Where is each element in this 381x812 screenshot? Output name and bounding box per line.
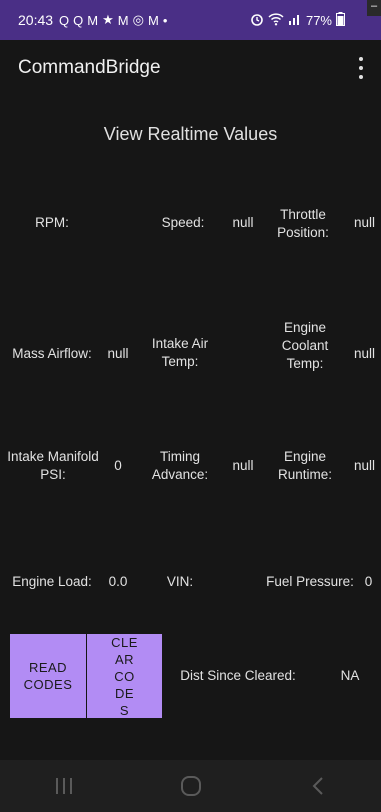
coolant-temp-label: Engine Coolant Temp: xyxy=(281,320,329,371)
mail-icon: M xyxy=(147,12,159,28)
app-title: CommandBridge xyxy=(18,57,161,78)
timing-advance-value: null xyxy=(232,458,254,473)
fuel-pressure-value: 0 xyxy=(364,574,373,589)
back-icon[interactable] xyxy=(298,771,338,801)
runtime-label: Engine Runtime: xyxy=(277,449,333,482)
throttle-value: null xyxy=(354,215,376,230)
engine-load-value: 0.0 xyxy=(108,574,128,589)
notification-icon: ◎ xyxy=(132,12,144,27)
rpm-value xyxy=(98,205,142,241)
runtime-value: null xyxy=(354,458,376,473)
mass-airflow-value: null xyxy=(107,346,129,361)
manifold-psi-label: Intake Manifold PSI: xyxy=(7,449,99,482)
mail-icon: M xyxy=(87,12,99,28)
page-title: View Realtime Values xyxy=(103,124,278,144)
home-icon[interactable] xyxy=(171,771,211,801)
status-time: 20:43 xyxy=(18,12,54,28)
app-bar: CommandBridge xyxy=(0,40,381,96)
notification-icons: Q Q M ★ M ◎ M • xyxy=(59,12,167,28)
notification-icon: Q xyxy=(73,12,84,28)
status-right: 77% xyxy=(250,11,345,29)
intake-air-temp-label: Intake Air Temp: xyxy=(151,336,209,369)
dist-since-cleared-value: NA xyxy=(340,668,360,683)
dist-since-cleared-label: Dist Since Cleared: xyxy=(180,668,296,683)
manifold-psi-value: 0 xyxy=(114,458,122,473)
status-bar: 20:43 Q Q M ★ M ◎ M • 77% xyxy=(0,0,381,40)
overflow-menu-icon[interactable] xyxy=(355,57,367,79)
throttle-label: Throttle Position: xyxy=(277,207,329,240)
notification-icon: Q xyxy=(59,12,70,28)
notification-icon: ★ xyxy=(102,12,114,27)
rpm-label: RPM: xyxy=(35,215,69,230)
mail-icon: M xyxy=(117,12,129,28)
system-nav-bar xyxy=(0,760,381,812)
wifi-icon xyxy=(268,12,284,29)
alarm-icon xyxy=(250,12,264,29)
vin-label: VIN: xyxy=(166,574,194,589)
signal-icon xyxy=(288,13,302,28)
recent-apps-icon[interactable] xyxy=(44,771,84,801)
mass-airflow-label: Mass Airflow: xyxy=(12,346,92,361)
more-notifications-icon: • xyxy=(162,12,168,28)
coolant-temp-value: null xyxy=(354,346,376,361)
battery-icon xyxy=(336,11,345,29)
read-codes-button[interactable]: READ CODES xyxy=(10,634,86,718)
minimize-icon[interactable]: – xyxy=(367,0,381,16)
timing-advance-label: Timing Advance: xyxy=(151,449,209,482)
speed-value: null xyxy=(232,215,254,230)
speed-label: Speed: xyxy=(161,215,205,230)
vin-value xyxy=(222,564,264,600)
intake-air-temp-value xyxy=(222,336,264,372)
battery-level: 77% xyxy=(305,12,332,28)
fuel-pressure-label: Fuel Pressure: xyxy=(266,574,354,589)
clear-codes-button[interactable]: CLEAR CODES xyxy=(87,634,162,718)
engine-load-label: Engine Load: xyxy=(12,574,92,589)
